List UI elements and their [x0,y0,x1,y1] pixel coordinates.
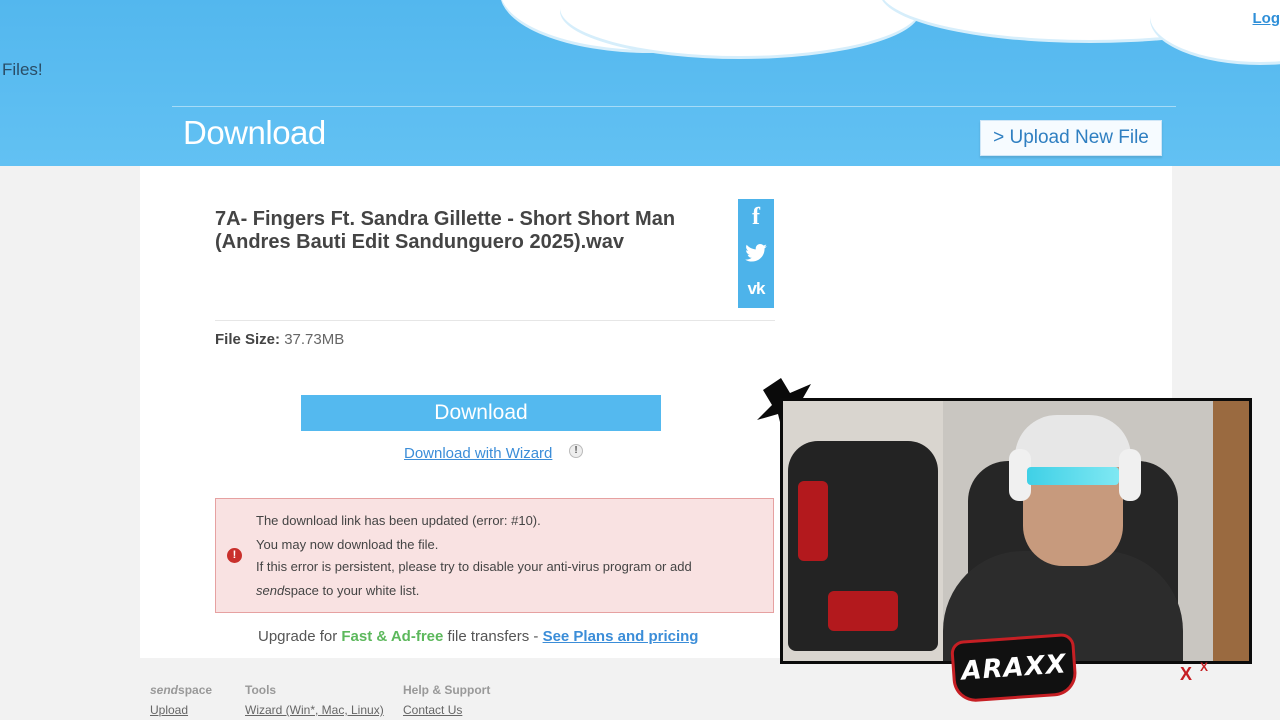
footer-column-tools: Tools Wizard (Win*, Mac, Linux) [245,683,384,717]
twitter-bird-icon [745,244,767,262]
facebook-icon[interactable]: f [738,199,774,235]
vk-icon[interactable]: vk [738,271,774,307]
error-icon: ! [227,548,242,563]
footer-help-heading: Help & Support [403,683,491,697]
file-info-divider [215,320,775,321]
see-plans-link[interactable]: See Plans and pricing [543,628,699,645]
file-size-label: File Size: [215,331,281,348]
footer-column-sendspace: sendspace Upload [150,683,212,717]
upload-new-file-button[interactable]: > Upload New File [980,120,1162,156]
footer-contact-link[interactable]: Contact Us [403,703,490,717]
header-banner: Download > Upload New File [0,0,1280,166]
headphone-icon [1119,449,1141,501]
vk-icon-glyph: vk [747,279,766,298]
file-name: 7A- Fingers Ft. Sandra Gillette - Short … [215,208,676,253]
download-button[interactable]: Download [301,395,661,431]
login-link[interactable]: Log [1253,10,1280,27]
error-line-4-text: space to your white list. [284,583,420,598]
footer-column-help: Help & Support Contact Us [403,683,490,717]
info-icon[interactable]: ! [569,444,583,458]
error-brand-italic: send [256,583,285,598]
twitter-icon[interactable] [738,235,774,271]
upgrade-middle: file transfers - [443,628,543,645]
file-size-value: 37.73MB [284,331,345,348]
social-share-bar: f vk [738,199,774,308]
webcam-gaming-chair [788,441,938,651]
error-line-1: The download link has been updated (erro… [256,513,541,528]
error-line-2: You may now download the file. [256,537,439,552]
page-title: Download [183,114,326,151]
webcam-background-door [1213,401,1249,661]
footer-brand: sendspace [150,683,212,697]
upgrade-highlight: Fast & Ad-free [341,628,444,645]
header-divider [172,106,1176,107]
webcam-overlay [780,398,1252,664]
error-line-4: sendspace to your white list. [256,583,419,598]
streamer-logo: ARAXX [953,635,1075,701]
footer-wizard-link[interactable]: Wizard (Win*, Mac, Linux) [245,703,384,717]
file-size: File Size: 37.73MB [215,331,344,348]
webcam-person-hair [1015,415,1131,467]
x-mark-decoration: X [1200,660,1209,674]
upgrade-prefix: Upgrade for [258,628,342,645]
upgrade-promo: Upgrade for Fast & Ad-free file transfer… [258,628,698,645]
footer-brand-italic: send [150,683,179,697]
download-with-wizard-link[interactable]: Download with Wizard [404,445,552,462]
footer-upload-link[interactable]: Upload [150,703,212,717]
footer-brand-rest: space [178,683,213,697]
x-mark-decoration: X [1180,664,1193,684]
webcam-person-glasses [1027,467,1119,485]
footer-tools-heading: Tools [245,683,277,697]
facebook-icon-glyph: f [752,203,760,230]
header-tagline: Files! [2,60,43,79]
error-line-3: If this error is persistent, please try … [256,559,692,574]
